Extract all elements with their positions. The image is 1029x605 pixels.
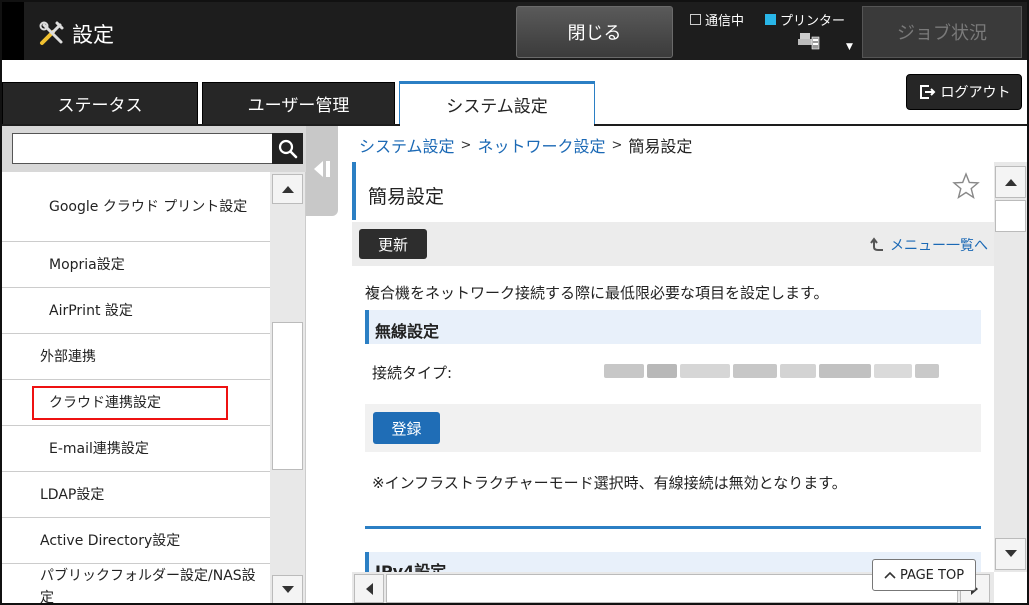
sidebar-item[interactable]: Active Directory設定 (2, 518, 270, 564)
chevron-up-icon (884, 571, 896, 579)
infrastructure-note: ※インフラストラクチャーモード選択時、有線接続は無効となります。 (372, 474, 847, 492)
sidebar-collapse-button[interactable] (306, 126, 338, 216)
arrow-up-icon (1004, 179, 1017, 186)
main-content: 簡易設定 更新 メニュー一覧へ 複合機をネットワーク接続する際に最低限必要な項目… (352, 162, 994, 572)
sidebar-item[interactable]: パブリックフォルダー設定/NAS設定 (2, 564, 270, 604)
main-scroll-down-button[interactable] (995, 538, 1026, 570)
arrow-down-icon (281, 586, 294, 593)
close-button[interactable]: 閉じる (516, 6, 673, 58)
comm-indicator-icon (690, 14, 701, 25)
top-bar: 設定 閉じる 通信中 プリンター ▼ ジョブ状況 (2, 2, 1027, 60)
tab-status[interactable]: ステータス (2, 82, 198, 124)
highlight-box (32, 386, 228, 420)
main-scroll-up-button[interactable] (995, 166, 1026, 198)
main-vertical-scrollbar[interactable] (994, 162, 1027, 572)
sidebar-item[interactable]: Mopria設定 (2, 242, 270, 288)
main-scroll-left-button[interactable] (354, 574, 384, 603)
register-area: 登録 (365, 404, 981, 452)
arrow-up-icon (281, 186, 294, 193)
arrow-down-icon (1004, 550, 1017, 557)
action-bar: 更新 メニュー一覧へ (352, 222, 994, 266)
page-top-button[interactable]: PAGE TOP (872, 559, 976, 591)
status-area[interactable]: 通信中 プリンター ▼ (688, 6, 858, 58)
sidebar-scrollbar[interactable] (270, 172, 305, 603)
page-title: 簡易設定 (368, 186, 445, 208)
wireless-section-header: 無線設定 (365, 310, 981, 344)
page-description: 複合機をネットワーク接続する際に最低限必要な項目を設定します。 (365, 284, 829, 302)
return-icon (870, 237, 883, 251)
update-button[interactable]: 更新 (359, 229, 427, 259)
section-divider (365, 526, 981, 529)
tab-system-settings[interactable]: システム設定 (399, 81, 595, 125)
status-printer: プリンター (765, 10, 845, 29)
sidebar-search-bar (2, 126, 306, 172)
search-input[interactable] (12, 133, 274, 164)
logout-icon (919, 85, 935, 99)
job-status-button[interactable]: ジョブ状況 (862, 6, 1022, 58)
content-header: 簡易設定 (352, 162, 994, 220)
sidebar-item[interactable]: Google クラウド プリント設定 (2, 172, 270, 242)
breadcrumb-network-settings[interactable]: ネットワーク設定 (477, 133, 605, 157)
arrow-left-icon (366, 582, 373, 595)
sidebar-item[interactable]: LDAP設定 (2, 472, 270, 518)
sidebar-scroll-thumb[interactable] (272, 322, 303, 470)
sidebar-scroll-up-button[interactable] (272, 174, 303, 204)
logout-button[interactable]: ログアウト (906, 74, 1022, 110)
tab-bar: ステータス ユーザー管理 システム設定 ログアウト (2, 60, 1027, 126)
connection-type-label: 接続タイプ: (372, 364, 453, 382)
tools-icon (39, 21, 64, 45)
collapse-left-icon (314, 161, 330, 177)
star-icon[interactable] (952, 172, 980, 200)
printer-indicator-icon (765, 14, 776, 25)
breadcrumb: システム設定 > ネットワーク設定 > 簡易設定 (359, 133, 692, 157)
sidebar-item[interactable]: 外部連携 (2, 334, 270, 380)
menu-list-link[interactable]: メニュー一覧へ (870, 235, 988, 255)
status-dropdown-icon[interactable]: ▼ (846, 42, 853, 52)
connection-type-value-blurred (604, 358, 976, 384)
breadcrumb-system-settings[interactable]: システム設定 (359, 133, 455, 157)
tab-user-management[interactable]: ユーザー管理 (202, 82, 395, 124)
register-button[interactable]: 登録 (373, 412, 440, 444)
search-button[interactable] (272, 133, 303, 164)
status-comm: 通信中 (690, 10, 744, 29)
sidebar: Google クラウド プリント設定 Mopria設定 AirPrint 設定 外部連… (2, 126, 338, 604)
printer-icon (798, 33, 820, 50)
app-title: 設定 (72, 23, 114, 47)
app-frame: 設定 閉じる 通信中 プリンター ▼ ジョブ状況 ステータス ユーザー管理 シス… (0, 0, 1029, 605)
main-vertical-scroll-thumb[interactable] (995, 200, 1026, 232)
search-icon (278, 139, 297, 158)
sidebar-scroll-down-button[interactable] (272, 575, 303, 603)
breadcrumb-current: 簡易設定 (628, 137, 693, 156)
sidebar-item[interactable]: E-mail連携設定 (2, 426, 270, 472)
sidebar-item[interactable]: AirPrint 設定 (2, 288, 270, 334)
